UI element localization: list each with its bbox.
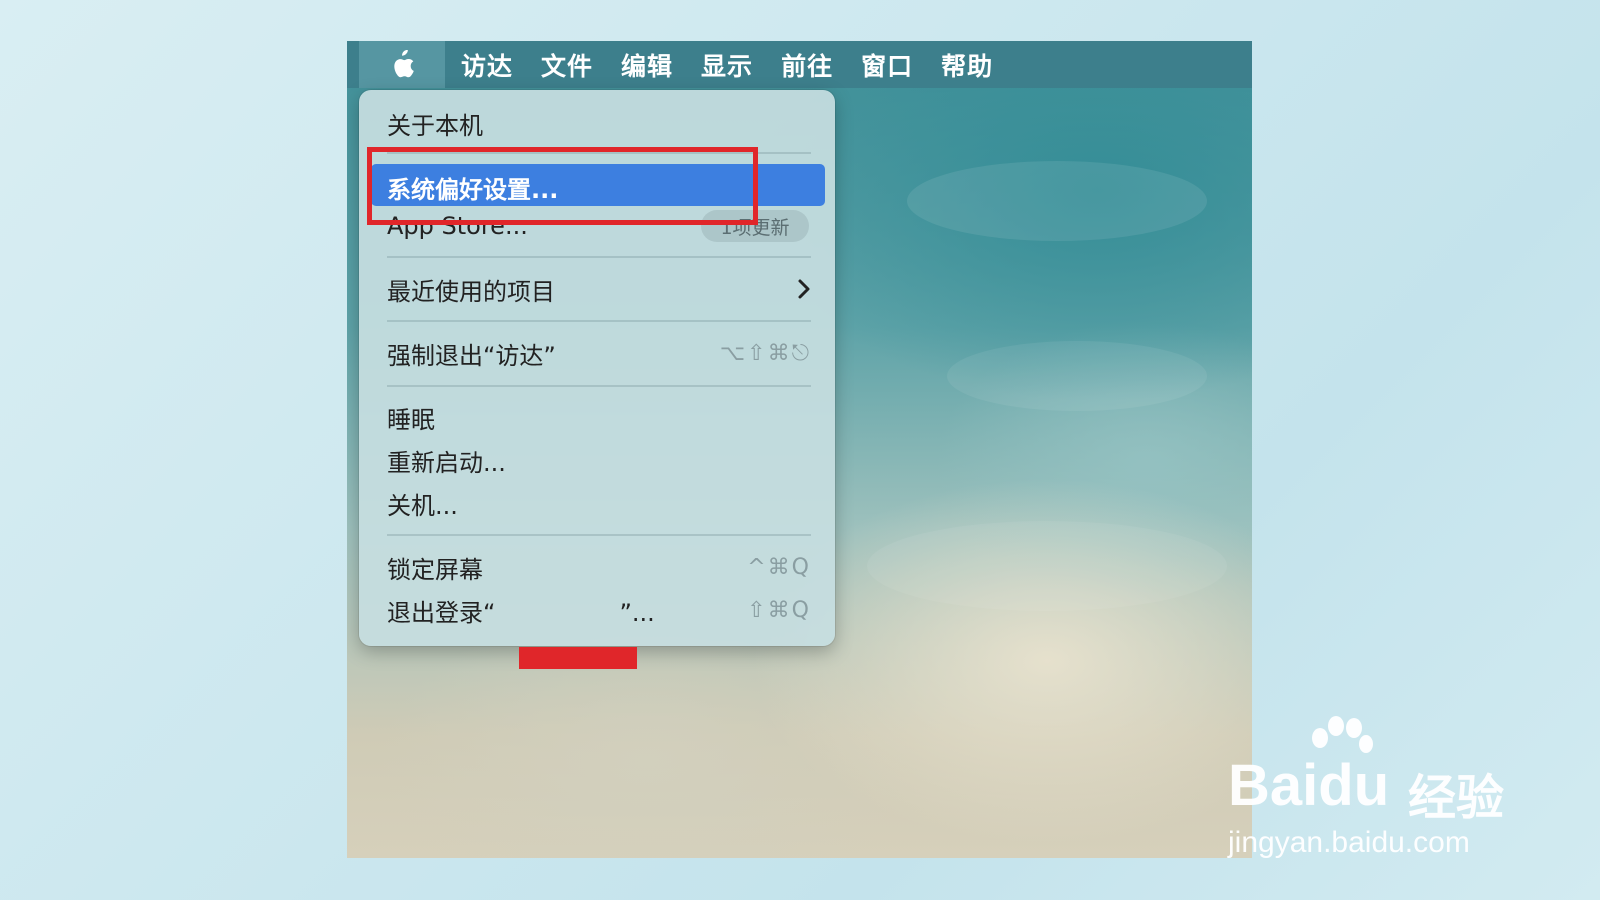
water-ripple <box>907 161 1207 241</box>
menu-item-about[interactable]: 关于本机 <box>387 103 811 143</box>
water-ripple <box>947 341 1207 411</box>
baidu-jingyan-watermark: Baidu 经验 jingyan.baidu.com <box>1228 716 1518 862</box>
menu-item-label: 锁定屏幕 <box>387 555 483 584</box>
apple-menu-button[interactable] <box>359 41 445 88</box>
highlight-annotation-box <box>367 147 758 225</box>
menu-item-force-quit[interactable]: 强制退出“访达” ⌥⇧⌘⎋ <box>387 333 811 373</box>
watermark-cn: 经验 <box>1408 770 1505 826</box>
menubar-item-edit[interactable]: 编辑 <box>621 47 673 83</box>
logout-prefix: 退出登录“ <box>387 598 496 627</box>
menu-separator <box>387 320 811 322</box>
watermark-logo-du: du <box>1318 753 1390 818</box>
menubar-item-file[interactable]: 文件 <box>541 47 593 83</box>
menu-item-label: 重新启动... <box>387 448 506 477</box>
watermark-logo: Baidu <box>1228 752 1389 819</box>
menu-item-label: 最近使用的项目 <box>387 277 555 306</box>
shortcut-label: ⇧⌘Q <box>747 597 811 623</box>
menu-item-label: 强制退出“访达” <box>387 341 556 370</box>
water-ripple <box>867 521 1227 611</box>
menu-item-shutdown[interactable]: 关机... <box>387 483 811 523</box>
menu-separator <box>387 534 811 536</box>
menubar-item-help[interactable]: 帮助 <box>941 47 993 83</box>
menu-separator <box>387 385 811 387</box>
apple-icon <box>394 49 414 77</box>
menubar-item-window[interactable]: 窗口 <box>861 47 913 83</box>
menu-item-label: 退出登录“ ”... <box>387 593 655 628</box>
menu-item-label: 睡眠 <box>387 405 435 434</box>
menu-item-lock-screen[interactable]: 锁定屏幕 ^⌘Q <box>387 547 811 587</box>
logout-suffix: ”... <box>619 598 655 627</box>
redaction-bar <box>519 647 637 669</box>
watermark-logo-bai: Bai <box>1228 753 1319 818</box>
shortcut-label: ^⌘Q <box>747 554 811 580</box>
menu-item-sleep[interactable]: 睡眠 <box>387 397 811 437</box>
menu-item-restart[interactable]: 重新启动... <box>387 440 811 480</box>
menu-item-label: 关于本机 <box>387 111 483 140</box>
menu-item-log-out[interactable]: 退出登录“ ”... ⇧⌘Q <box>387 590 811 630</box>
menubar-item-finder[interactable]: 访达 <box>461 47 513 83</box>
menubar-item-go[interactable]: 前往 <box>781 47 833 83</box>
watermark-url: jingyan.baidu.com <box>1228 826 1470 859</box>
menu-item-label: 关机... <box>387 491 458 520</box>
chevron-right-icon <box>798 279 810 299</box>
menu-item-recent-items[interactable]: 最近使用的项目 <box>387 269 811 309</box>
shortcut-label: ⌥⇧⌘⎋ <box>719 340 811 366</box>
menu-bar: 访达 文件 编辑 显示 前往 窗口 帮助 <box>347 41 1252 88</box>
menubar-item-view[interactable]: 显示 <box>701 47 753 83</box>
menu-separator <box>387 256 811 258</box>
